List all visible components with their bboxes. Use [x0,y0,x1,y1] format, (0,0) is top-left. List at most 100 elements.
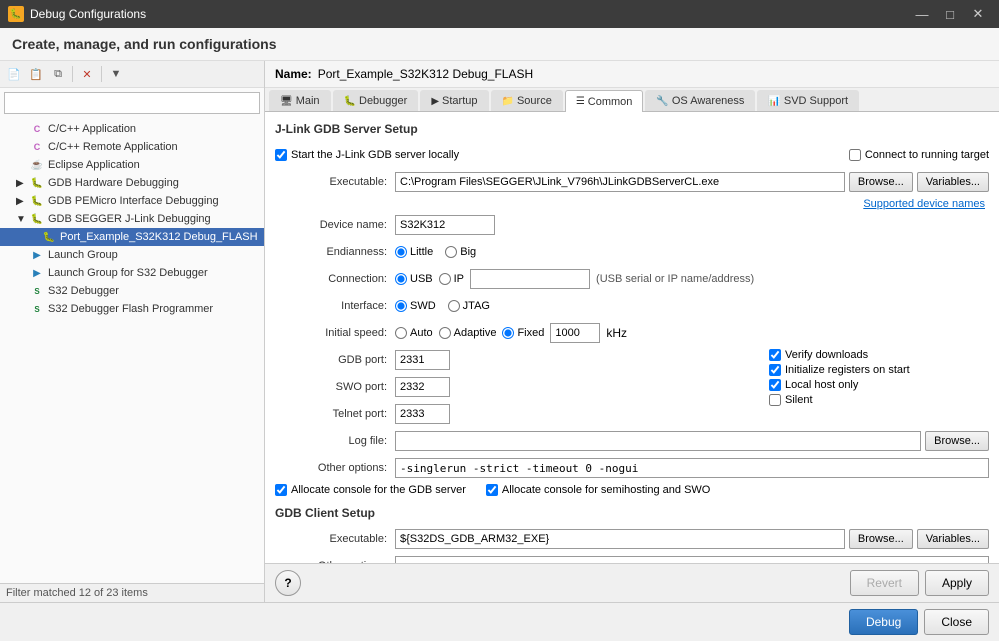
search-input[interactable] [9,97,255,109]
debug-button[interactable]: Debug [849,609,918,635]
verify-downloads-row: Verify downloads [769,349,989,361]
gdb-port-input[interactable] [395,350,450,370]
endianness-little-radio[interactable] [395,246,407,258]
cpp-remote-icon: C [30,140,44,154]
close-button-bottom[interactable]: Close [924,609,989,635]
tree-label: C/C++ Application [48,123,136,135]
app-icon: 🐛 [8,6,24,22]
initial-speed-auto-label: Auto [395,327,433,339]
swo-port-row: SWO port: [275,376,759,398]
tree-item-gdb-pemicro[interactable]: ▶ 🐛 GDB PEMicro Interface Debugging [0,192,264,210]
help-button[interactable]: ? [275,570,301,596]
jlink-variables-button[interactable]: Variables... [917,172,989,192]
tree-item-launch-group[interactable]: ▶ Launch Group [0,246,264,264]
supported-devices-link[interactable]: Supported device names [863,198,985,210]
tree-label: C/C++ Remote Application [48,141,178,153]
tree-label: Launch Group for S32 Debugger [48,267,208,279]
interface-swd-radio[interactable] [395,300,407,312]
endianness-big-label: Big [445,246,476,258]
log-file-browse-button[interactable]: Browse... [925,431,989,451]
local-host-only-row: Local host only [769,379,989,391]
connection-ip-radio[interactable] [439,273,451,285]
gdb-client-browse-button[interactable]: Browse... [849,529,913,549]
allocate-console-label: Allocate console for the GDB server [291,484,466,496]
initial-speed-auto-radio[interactable] [395,327,407,339]
tree-item-cpp-remote[interactable]: C C/C++ Remote Application [0,138,264,156]
tab-svd-support[interactable]: 📊 SVD Support [757,90,859,111]
initial-speed-label: Initial speed: [275,327,395,339]
telnet-port-control [395,404,759,424]
maximize-button[interactable]: □ [937,4,963,24]
local-host-only-checkbox[interactable] [769,379,781,391]
jlink-executable-input[interactable] [395,172,845,192]
initial-speed-adaptive-radio[interactable] [439,327,451,339]
interface-control: SWD JTAG [395,300,989,312]
action-bar: Debug Close [0,602,999,641]
tab-main-label: Main [296,95,320,107]
swo-port-input[interactable] [395,377,450,397]
device-name-input[interactable] [395,215,495,235]
gdb-client-variables-button[interactable]: Variables... [917,529,989,549]
delete-button[interactable]: ✕ [77,64,97,84]
allocate-console-checkbox[interactable] [275,484,287,496]
gdb-client-executable-input[interactable] [395,529,845,549]
initial-speed-fixed-radio[interactable] [502,327,514,339]
tab-startup[interactable]: ▶ Startup [420,90,488,111]
connect-running-checkbox-row: Connect to running target [849,149,989,161]
connection-usb-label: USB [395,273,433,285]
apply-button[interactable]: Apply [925,570,989,596]
initial-speed-value-input[interactable] [550,323,600,343]
verify-downloads-label: Verify downloads [785,349,868,361]
new-config-type-button[interactable]: 📋 [26,64,46,84]
tab-source[interactable]: 📁 Source [491,90,563,111]
tree-item-s32-debugger[interactable]: S S32 Debugger [0,282,264,300]
start-locally-checkbox[interactable] [275,149,287,161]
start-locally-label: Start the J-Link GDB server locally [291,149,459,161]
common-tab-icon: ☰ [576,96,585,107]
tree-item-gdb-segger[interactable]: ▼ 🐛 GDB SEGGER J-Link Debugging [0,210,264,228]
tab-main[interactable]: 🖥 Main [269,90,331,111]
silent-checkbox[interactable] [769,394,781,406]
tree-item-launch-group-s32[interactable]: ▶ Launch Group for S32 Debugger [0,264,264,282]
tree-item-eclipse[interactable]: ☕ Eclipse Application [0,156,264,174]
connection-ip-input[interactable] [470,269,590,289]
initialize-registers-checkbox[interactable] [769,364,781,376]
endianness-label: Endianness: [275,246,395,258]
close-button[interactable]: ✕ [965,4,991,24]
endianness-big-radio[interactable] [445,246,457,258]
new-config-button[interactable]: 📄 [4,64,24,84]
tree-item-cpp[interactable]: C C/C++ Application [0,120,264,138]
interface-jtag-radio[interactable] [448,300,460,312]
launch-group-icon: ▶ [30,248,44,262]
tab-os-awareness[interactable]: 🔧 OS Awareness [645,90,755,111]
log-file-input[interactable] [395,431,921,451]
tab-common[interactable]: ☰ Common [565,90,644,112]
config-name-value: Port_Example_S32K312 Debug_FLASH [318,67,533,81]
initial-speed-row: Initial speed: Auto Adaptive [275,322,989,344]
bottom-bar: ? Revert Apply [265,563,999,602]
gdb-client-other-options-input[interactable] [395,556,989,563]
toolbar-separator-2 [101,66,102,82]
minimize-button[interactable]: — [909,4,935,24]
jlink-browse-button[interactable]: Browse... [849,172,913,192]
allocate-semihosting-checkbox[interactable] [486,484,498,496]
tree-label: GDB SEGGER J-Link Debugging [48,213,211,225]
verify-downloads-checkbox[interactable] [769,349,781,361]
tab-startup-label: Startup [442,95,477,107]
filter-button[interactable]: ▼ [106,64,126,84]
config-name-label: Name: [275,67,312,81]
telnet-port-input[interactable] [395,404,450,424]
jlink-other-options-row: Other options: [275,457,989,479]
tree-label: S32 Debugger [48,285,119,297]
jlink-executable-label: Executable: [275,176,395,188]
revert-button[interactable]: Revert [850,570,919,596]
connection-usb-radio[interactable] [395,273,407,285]
jlink-other-options-input[interactable] [395,458,989,478]
connect-running-checkbox[interactable] [849,149,861,161]
tree-item-port-example[interactable]: 🐛 Port_Example_S32K312 Debug_FLASH [0,228,264,246]
duplicate-button[interactable]: ⧉ [48,64,68,84]
tab-debugger[interactable]: 🐛 Debugger [333,90,419,111]
tree-item-gdb-hw[interactable]: ▶ 🐛 GDB Hardware Debugging [0,174,264,192]
left-toolbar: 📄 📋 ⧉ ✕ ▼ [0,61,264,88]
tree-item-s32-flash[interactable]: S S32 Debugger Flash Programmer [0,300,264,318]
